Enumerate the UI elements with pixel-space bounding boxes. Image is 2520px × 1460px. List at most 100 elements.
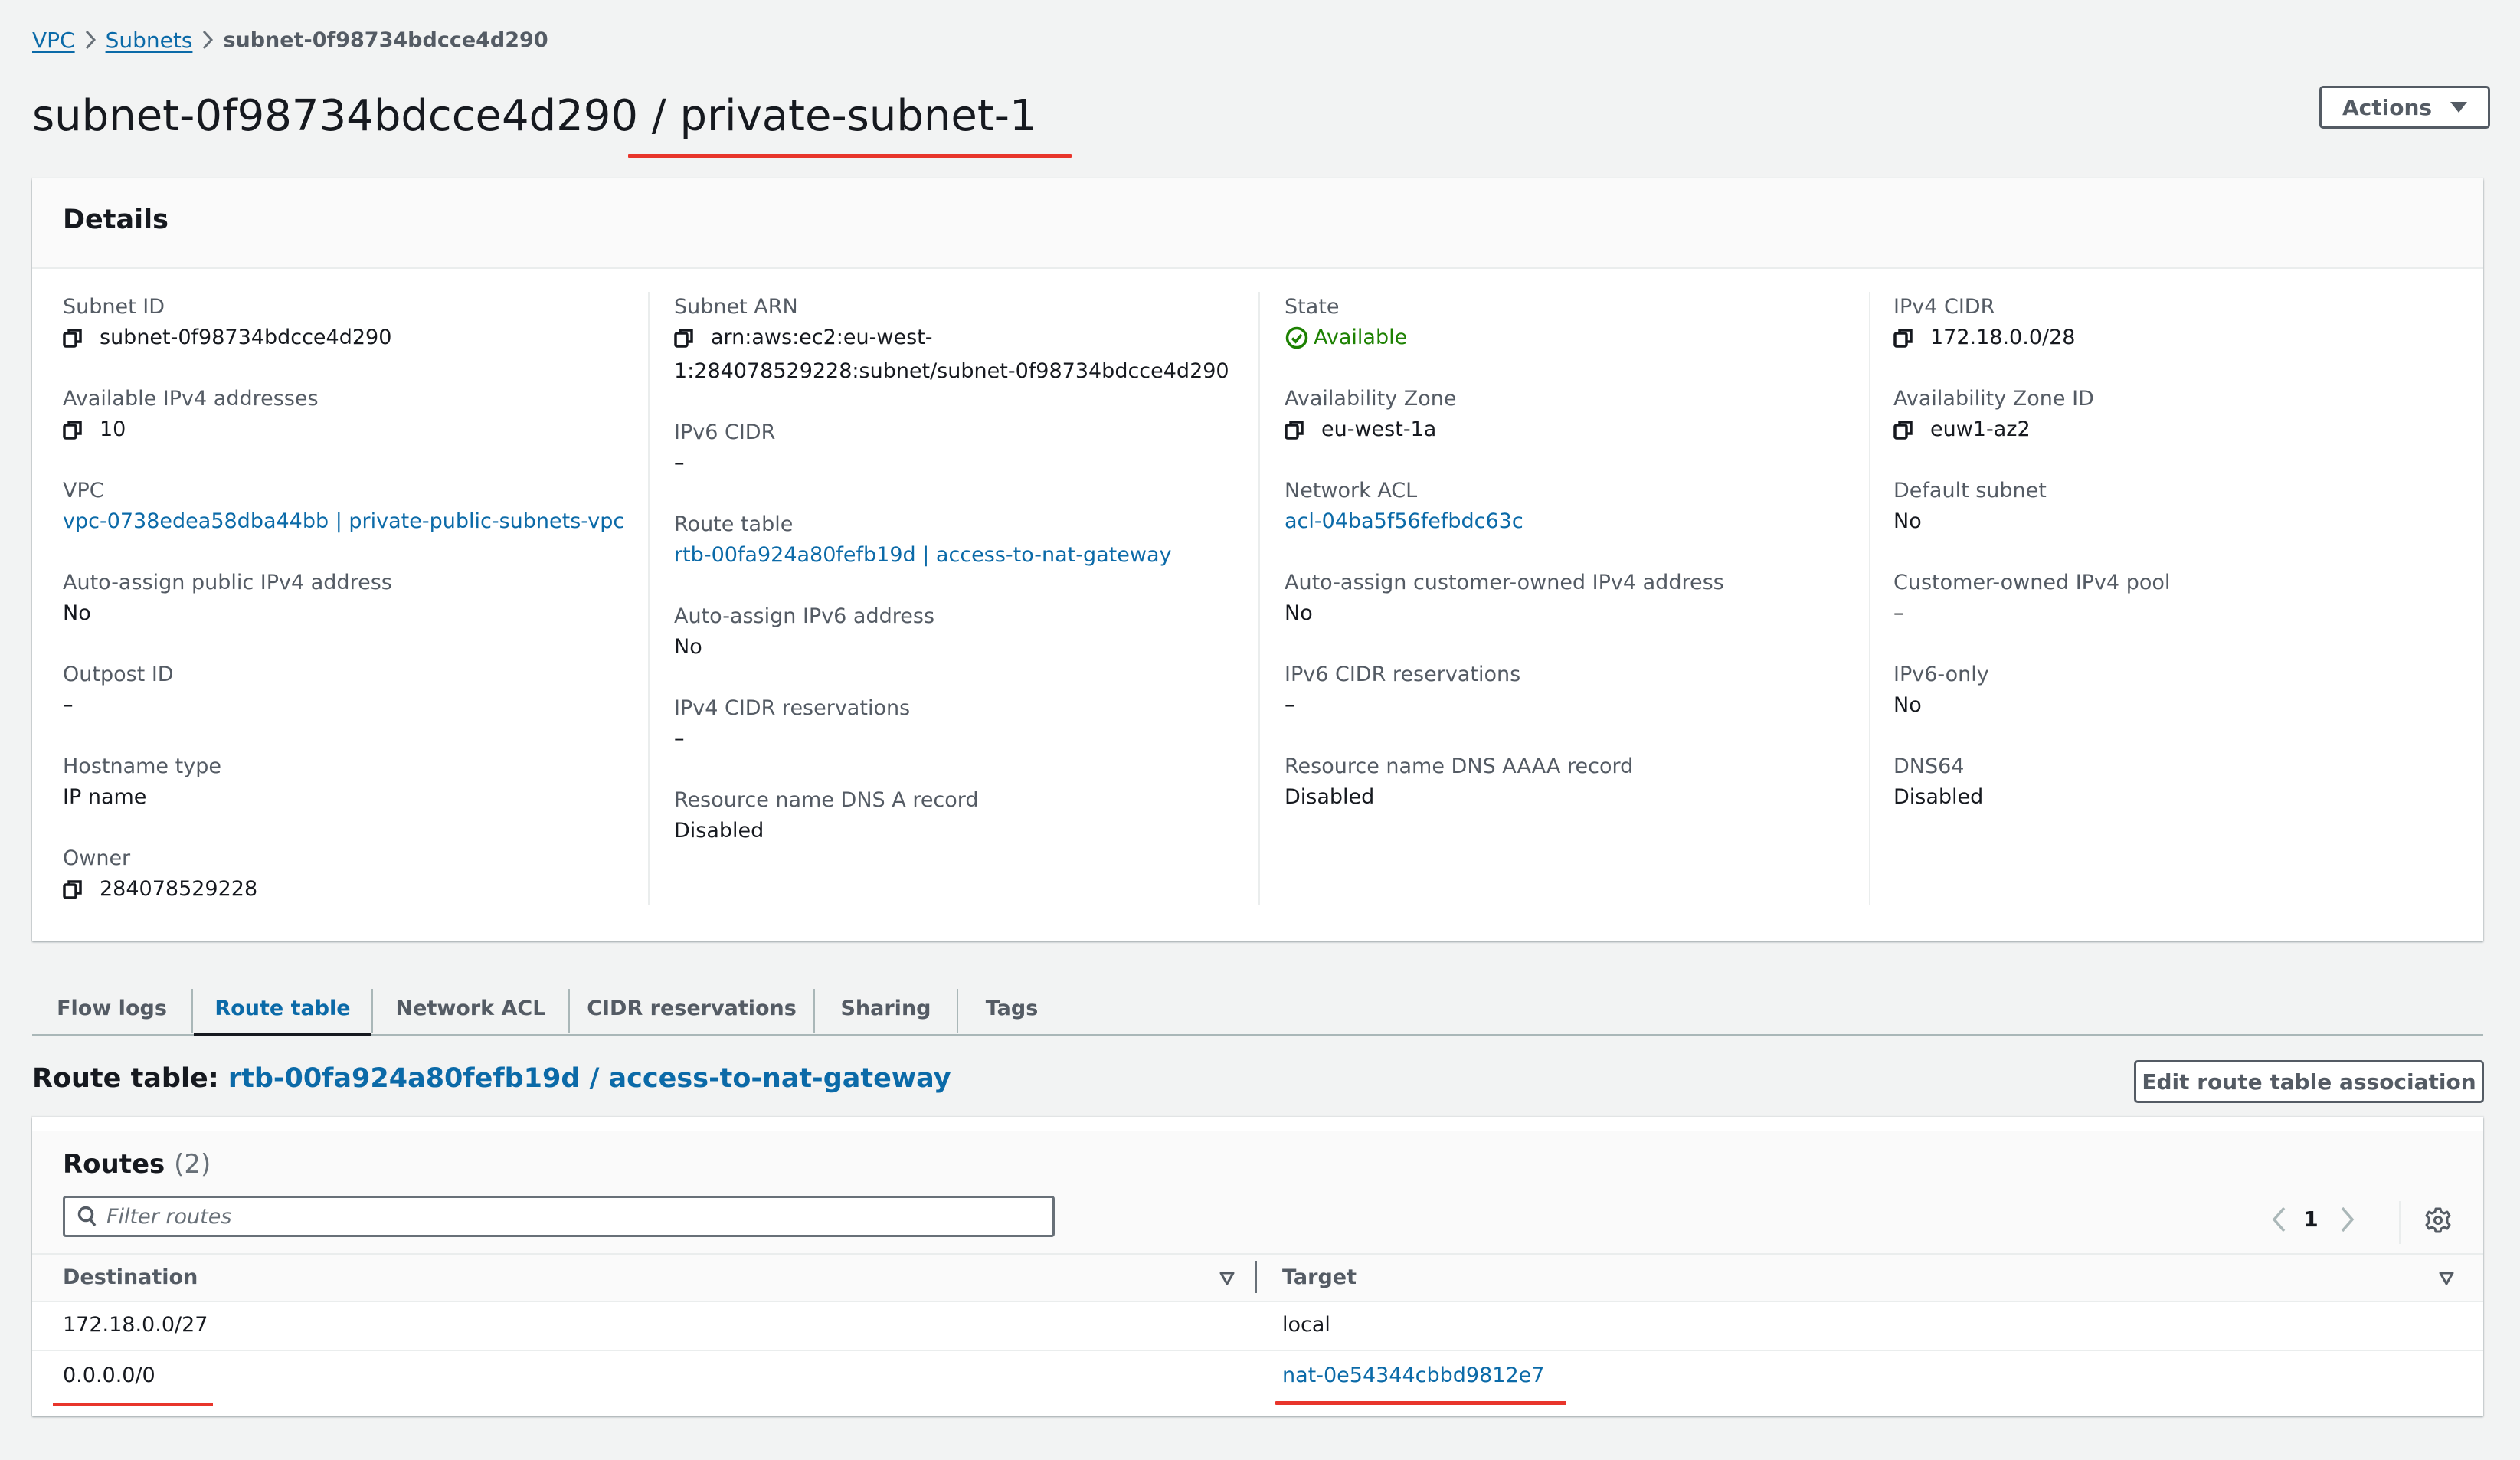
field-label: Subnet ID (63, 295, 165, 319)
table-header-row: Destination Target (32, 1255, 2483, 1301)
field-label: Hostname type (63, 755, 221, 778)
tab-network-acl[interactable]: Network ACL (373, 983, 568, 1034)
tab-flow-logs[interactable]: Flow logs (32, 983, 191, 1034)
route-target: local (1282, 1313, 1330, 1337)
copy-icon[interactable] (1893, 327, 1913, 349)
field-label: Auto-assign public IPv4 address (63, 571, 392, 594)
route-destination: 0.0.0.0/0 (63, 1363, 155, 1387)
breadcrumb-subnets-link[interactable]: Subnets (106, 28, 193, 53)
tab-sharing[interactable]: Sharing (815, 983, 957, 1034)
field-value: Available (1285, 321, 1851, 355)
sort-icon[interactable] (1219, 1272, 1235, 1285)
chevron-right-icon (192, 30, 223, 50)
current-page[interactable]: 1 (2299, 1204, 2322, 1235)
subnet-arn-value-line1: arn:aws:ec2:eu-west- (711, 326, 933, 349)
field-ipv4-cidr-reservations: IPv4 CIDR reservations – (674, 695, 1241, 756)
chevron-right-icon[interactable] (2339, 1206, 2356, 1233)
field-value: No (1285, 601, 1313, 625)
field-label: Resource name DNS A record (674, 788, 979, 812)
field-label: Default subnet (1893, 479, 2047, 502)
page-title-id: subnet-0f98734bdcce4d290 (32, 91, 638, 141)
field-ipv6-cidr-reservations: IPv6 CIDR reservations – (1285, 661, 1851, 722)
field-label: Availability Zone ID (1893, 387, 2094, 411)
tab-tags[interactable]: Tags (958, 983, 1065, 1034)
chevron-left-icon[interactable] (2270, 1206, 2287, 1233)
field-label: Auto-assign IPv6 address (674, 604, 935, 628)
field-network-acl: Network ACL acl-04ba5f56fefbdc63c (1285, 477, 1851, 538)
details-panel-header: Details (32, 178, 2483, 269)
copy-icon[interactable] (1893, 419, 1913, 440)
actions-dropdown-button[interactable]: Actions (2319, 86, 2490, 129)
copy-icon[interactable] (63, 327, 83, 349)
page-title: subnet-0f98734bdcce4d290 / private-subne… (32, 89, 1037, 144)
ipv4-cidr-value: 172.18.0.0/28 (1930, 326, 2076, 349)
field-label: Route table (674, 512, 794, 536)
tab-cidr-reservations[interactable]: CIDR reservations (570, 983, 813, 1034)
chevron-right-icon (75, 30, 106, 50)
field-customer-owned-ipv4-pool: Customer-owned IPv4 pool – (1893, 569, 2460, 630)
available-ipv4-value: 10 (100, 417, 126, 441)
column-resizer[interactable] (1255, 1261, 1257, 1293)
field-availability-zone-id: Availability Zone ID euw1-az2 (1893, 385, 2460, 447)
field-dns-aaaa-record: Resource name DNS AAAA record Disabled (1285, 753, 1851, 814)
field-value: – (63, 693, 74, 717)
field-value: IP name (63, 785, 147, 809)
field-value: acl-04ba5f56fefbdc63c (1285, 505, 1851, 538)
availability-zone-id-value: euw1-az2 (1930, 417, 2031, 441)
column-divider (1258, 292, 1260, 905)
gear-icon[interactable] (2425, 1207, 2451, 1233)
filter-routes-input[interactable] (105, 1203, 1027, 1229)
field-availability-zone: Availability Zone eu-west-1a (1285, 385, 1851, 447)
sort-icon[interactable] (2439, 1272, 2454, 1285)
field-label: IPv6 CIDR (674, 421, 776, 444)
copy-icon[interactable] (1285, 419, 1304, 440)
field-value: 172.18.0.0/28 (1893, 321, 2460, 355)
vpc-link[interactable]: vpc-0738edea58dba44bb | private-public-s… (63, 505, 624, 538)
route-table-heading-link[interactable]: rtb-00fa924a80fefb19d / access-to-nat-ga… (228, 1063, 951, 1094)
field-value: rtb-00fa924a80fefb19d | access-to-nat-ga… (674, 538, 1241, 572)
state-value: Available (1314, 326, 1408, 349)
field-auto-assign-ipv6: Auto-assign IPv6 address No (674, 603, 1241, 664)
page-title-separator: / (638, 91, 680, 141)
field-value: 10 (63, 413, 630, 447)
field-value: Disabled (1285, 785, 1375, 809)
column-header-destination[interactable]: Destination (63, 1265, 198, 1289)
field-label: DNS64 (1893, 755, 1965, 778)
field-ipv6-cidr: IPv6 CIDR – (674, 419, 1241, 480)
filter-routes-field[interactable] (63, 1196, 1055, 1237)
tab-route-table[interactable]: Route table (194, 983, 371, 1036)
field-value: subnet-0f98734bdcce4d290 (63, 321, 630, 355)
edit-route-table-association-button[interactable]: Edit route table association (2134, 1060, 2484, 1103)
routes-title-label: Routes (63, 1149, 165, 1180)
copy-icon[interactable] (63, 419, 83, 440)
field-label: IPv4 CIDR reservations (674, 696, 911, 720)
pagination-divider (2399, 1201, 2401, 1244)
table-row: 172.18.0.0/27 local (32, 1302, 2483, 1350)
field-value: No (674, 635, 702, 659)
field-value: No (63, 601, 91, 625)
copy-icon[interactable] (63, 879, 83, 900)
field-label: State (1285, 295, 1340, 319)
field-value: Disabled (1893, 785, 1984, 809)
field-dns64: DNS64 Disabled (1893, 753, 2460, 814)
field-value: euw1-az2 (1893, 413, 2460, 447)
field-value: No (1893, 509, 1922, 533)
breadcrumb-vpc-link[interactable]: VPC (32, 28, 75, 53)
tab-bar: Flow logs Route table Network ACL CIDR r… (32, 983, 2483, 1036)
route-table-link[interactable]: rtb-00fa924a80fefb19d | access-to-nat-ga… (674, 538, 1171, 572)
field-label: Resource name DNS AAAA record (1285, 755, 1634, 778)
page-title-name: private-subnet-1 (679, 91, 1037, 141)
route-target-nat-gateway-link[interactable]: nat-0e54344cbbd9812e7 (1282, 1363, 1544, 1387)
field-value: – (674, 727, 685, 751)
breadcrumb-current: subnet-0f98734bdcce4d290 (223, 28, 548, 52)
field-ipv6-only: IPv6-only No (1893, 661, 2460, 722)
field-owner: Owner 284078529228 (63, 845, 630, 906)
routes-count: (2) (174, 1149, 211, 1180)
annotation-underline-target (1275, 1401, 1566, 1405)
field-label: Network ACL (1285, 479, 1418, 502)
owner-value: 284078529228 (100, 877, 258, 901)
field-value: eu-west-1a (1285, 413, 1851, 447)
column-header-target[interactable]: Target (1282, 1265, 1357, 1289)
copy-icon[interactable] (674, 327, 694, 349)
network-acl-link[interactable]: acl-04ba5f56fefbdc63c (1285, 505, 1523, 538)
